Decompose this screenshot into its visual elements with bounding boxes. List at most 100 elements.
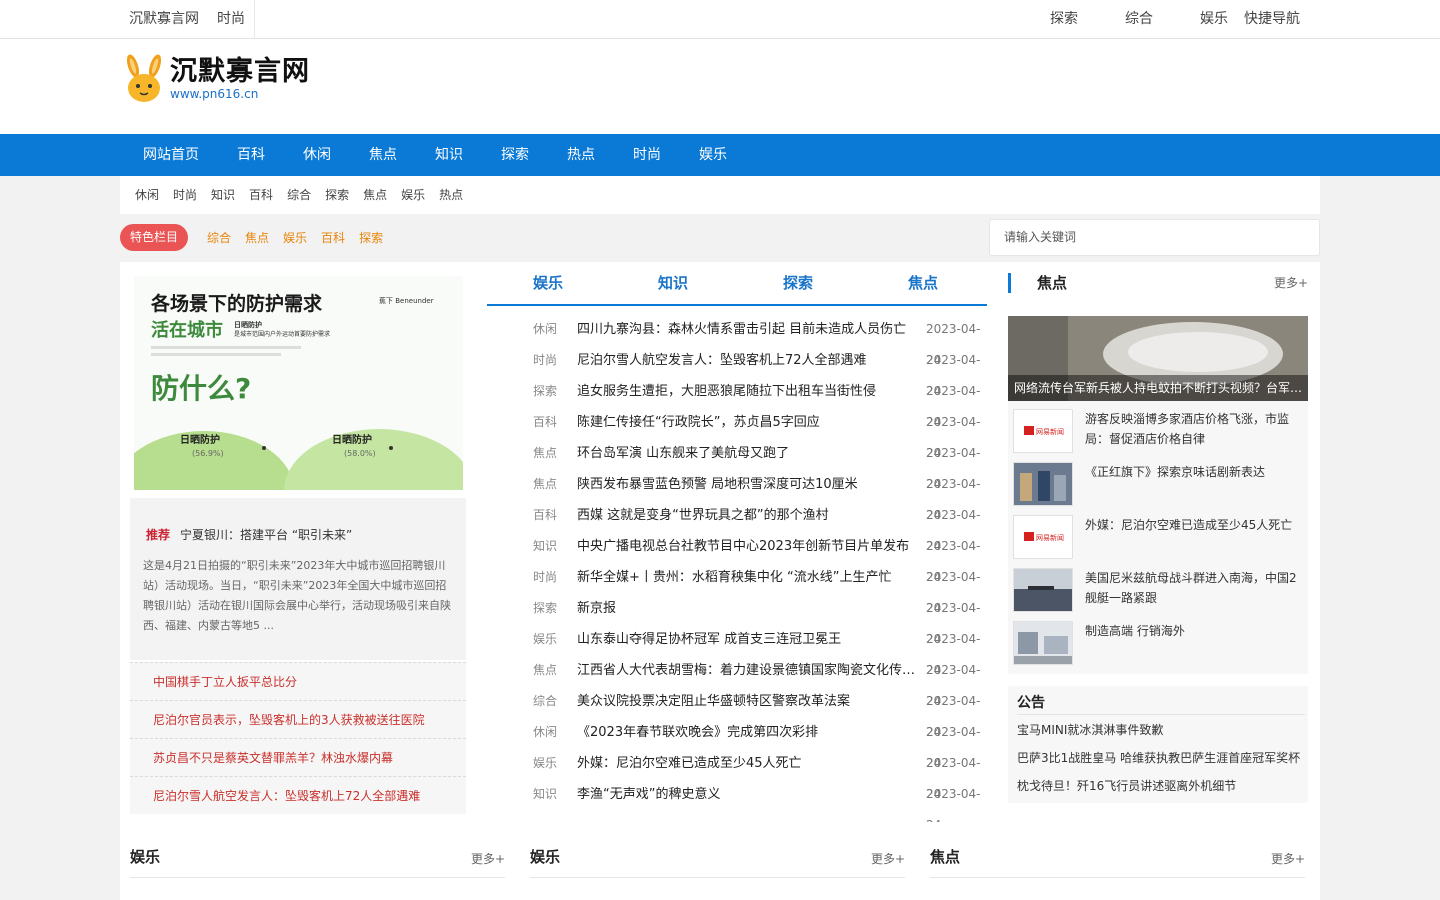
sub-nav-item[interactable]: 娱乐 — [394, 176, 432, 214]
news-title[interactable]: 尼泊尔雪人航空发言人：坠毁客机上72人全部遇难 — [577, 345, 917, 376]
main-nav-entertainment[interactable]: 娱乐 — [680, 134, 746, 176]
news-category[interactable]: 百科 — [533, 407, 557, 438]
focus-item[interactable]: 制造高端 行销海外 — [1013, 613, 1305, 665]
top-link-fashion[interactable]: 时尚 — [208, 0, 254, 38]
sub-nav-item[interactable]: 焦点 — [356, 176, 394, 214]
focus-item-text[interactable]: 游客反映淄博多家酒店价格飞涨，市监局：督促酒店价格自律 — [1085, 409, 1303, 449]
news-title[interactable]: 外媒：尼泊尔空难已造成至少45人死亡 — [577, 748, 917, 779]
news-category[interactable]: 探索 — [533, 593, 557, 624]
bottom-more-link[interactable]: 更多+ — [1271, 850, 1305, 867]
focus-item-text[interactable]: 制造高端 行销海外 — [1085, 621, 1303, 641]
bottom-more-link[interactable]: 更多+ — [471, 850, 505, 867]
sub-nav-item[interactable]: 综合 — [280, 176, 318, 214]
search-input[interactable]: 请输入关键词 — [989, 219, 1320, 256]
sub-nav-item[interactable]: 知识 — [204, 176, 242, 214]
tab-focus[interactable]: 焦点 — [908, 272, 938, 293]
main-nav-knowledge[interactable]: 知识 — [416, 134, 482, 176]
news-title[interactable]: 四川九寨沟县：森林火情系雷击引起 目前未造成人员伤亡 — [577, 314, 917, 345]
news-row[interactable]: 综合 美众议院投票决定阻止华盛顿特区警察改革法案 2023-04-24 — [487, 686, 987, 739]
notice-item[interactable]: 宝马MINI就冰淇淋事件致歉 — [1017, 721, 1163, 738]
news-title[interactable]: 美众议院投票决定阻止华盛顿特区警察改革法案 — [577, 686, 917, 717]
news-row[interactable]: 知识李渔“无声戏”的稗史意义2023-04-24 — [487, 779, 987, 832]
focus-item-text[interactable]: 外媒：尼泊尔空难已造成至少45人死亡 — [1085, 515, 1303, 535]
focus-more-link[interactable]: 更多+ — [1274, 274, 1308, 291]
news-category[interactable]: 焦点 — [533, 438, 557, 469]
focus-item[interactable]: 网易新闻 游客反映淄博多家酒店价格飞涨，市监局：督促酒店价格自律 — [1013, 401, 1305, 453]
news-category[interactable]: 焦点 — [533, 469, 557, 500]
recommended-card[interactable]: 推荐 宁夏银川：搭建平台 “职引未来” 这是4月21日拍摄的“职引未来”2023… — [130, 498, 466, 660]
headline-item[interactable]: 苏贞昌不只是蔡英文替罪羔羊？林浊水爆内幕 — [130, 738, 466, 776]
focus-item-text[interactable]: 《正红旗下》探索京味话剧新表达 — [1085, 462, 1303, 482]
news-row[interactable]: 时尚 新华全媒+丨贵州：水稻育秧集中化 “流水线”上生产忙 2023-04-24 — [487, 562, 987, 615]
tab-explore[interactable]: 探索 — [783, 272, 813, 293]
top-link-explore[interactable]: 探索 — [1050, 0, 1078, 38]
main-nav-encyclopedia[interactable]: 百科 — [218, 134, 284, 176]
special-link[interactable]: 探索 — [352, 220, 390, 256]
news-row[interactable]: 焦点 环台岛军演 山东舰来了美航母又跑了 2023-04-24 — [487, 438, 987, 491]
news-category[interactable]: 休闲 — [533, 717, 557, 748]
news-category[interactable]: 焦点 — [533, 655, 557, 686]
news-category[interactable]: 时尚 — [533, 562, 557, 593]
focus-hero-image[interactable]: 网络流传台军新兵被人持电蚊拍不断打头视频？台军回应 — [1008, 316, 1308, 401]
top-link-entertainment[interactable]: 娱乐 — [1200, 0, 1228, 38]
news-title[interactable]: 新华全媒+丨贵州：水稻育秧集中化 “流水线”上生产忙 — [577, 562, 917, 593]
news-category[interactable]: 综合 — [533, 686, 557, 717]
rabbit-logo-icon[interactable] — [122, 54, 166, 104]
news-row[interactable]: 焦点江西省人大代表胡雪梅：着力建设景德镇国家陶瓷文化传承创新试验区2023-04… — [487, 655, 987, 708]
sub-nav-item[interactable]: 时尚 — [166, 176, 204, 214]
news-title[interactable]: 江西省人大代表胡雪梅：着力建设景德镇国家陶瓷文化传承创新试验区 — [577, 655, 917, 686]
news-category[interactable]: 时尚 — [533, 345, 557, 376]
feature-image[interactable]: 各场景下的防护需求 活在城市 日晒防护 是城市范围内户外运动首要防护需求 防什么… — [134, 276, 463, 490]
news-category[interactable]: 娱乐 — [533, 748, 557, 779]
focus-item[interactable]: 美国尼米兹航母战斗群进入南海，中国2舰艇一路紧跟 — [1013, 560, 1305, 612]
headline-item[interactable]: 尼泊尔雪人航空发言人：坠毁客机上72人全部遇难 — [130, 776, 466, 814]
news-title[interactable]: 西媒 这就是变身“世界玩具之都”的那个渔村 — [577, 500, 917, 531]
sub-nav-item[interactable]: 热点 — [432, 176, 470, 214]
sub-nav-item[interactable]: 休闲 — [128, 176, 166, 214]
news-title[interactable]: 中央广播电视总台社教节目中心2023年创新节目片单发布 — [577, 531, 917, 562]
main-nav-explore[interactable]: 探索 — [482, 134, 548, 176]
notice-item[interactable]: 枕戈待旦！歼16飞行员讲述驱离外机细节 — [1017, 777, 1236, 794]
special-link[interactable]: 百科 — [314, 220, 352, 256]
special-link[interactable]: 焦点 — [238, 220, 276, 256]
site-logo-title[interactable]: 沉默寡言网 — [170, 49, 310, 88]
focus-item[interactable]: 网易新闻 外媒：尼泊尔空难已造成至少45人死亡 — [1013, 507, 1305, 559]
news-row[interactable]: 知识 中央广播电视总台社教节目中心2023年创新节目片单发布 2023-04-24 — [487, 531, 987, 584]
focus-item-text[interactable]: 美国尼米兹航母战斗群进入南海，中国2舰艇一路紧跟 — [1085, 568, 1303, 608]
main-nav-fashion[interactable]: 时尚 — [614, 134, 680, 176]
news-category[interactable]: 休闲 — [533, 314, 557, 345]
main-nav-home[interactable]: 网站首页 — [124, 134, 218, 176]
quick-nav-link[interactable]: 快捷导航 — [1244, 0, 1300, 38]
recommend-title[interactable]: 宁夏银川：搭建平台 “职引未来” — [180, 526, 352, 543]
news-category[interactable]: 知识 — [533, 531, 557, 562]
main-nav-leisure[interactable]: 休闲 — [284, 134, 350, 176]
headline-item[interactable]: 中国棋手丁立人扳平总比分 — [130, 662, 466, 700]
tab-entertainment[interactable]: 娱乐 — [533, 272, 563, 293]
news-category[interactable]: 娱乐 — [533, 624, 557, 655]
headline-item[interactable]: 尼泊尔官员表示，坠毁客机上的3人获救被送往医院 — [130, 700, 466, 738]
news-row[interactable]: 探索 追女服务生遭拒，大胆恶狼尾随拉下出租车当街性侵 2023-04-24 — [487, 376, 987, 429]
news-title[interactable]: 《2023年春节联欢晚会》完成第四次彩排 — [577, 717, 917, 748]
news-title[interactable]: 李渔“无声戏”的稗史意义 — [577, 779, 917, 810]
news-row[interactable]: 休闲 《2023年春节联欢晚会》完成第四次彩排 2023-04-24 — [487, 717, 987, 770]
news-category[interactable]: 知识 — [533, 779, 557, 810]
news-row[interactable]: 娱乐 外媒：尼泊尔空难已造成至少45人死亡 2023-04-24 — [487, 748, 987, 801]
news-row[interactable]: 探索 新京报 2023-04-24 — [487, 593, 987, 646]
news-title[interactable]: 环台岛军演 山东舰来了美航母又跑了 — [577, 438, 917, 469]
tab-knowledge[interactable]: 知识 — [658, 272, 688, 293]
top-link-general[interactable]: 综合 — [1125, 0, 1153, 38]
sub-nav-item[interactable]: 百科 — [242, 176, 280, 214]
news-title[interactable]: 新京报 — [577, 593, 917, 624]
news-row[interactable]: 百科 陈建仁传接任“行政院长”，苏贞昌5字回应 2023-04-24 — [487, 407, 987, 460]
main-nav-focus[interactable]: 焦点 — [350, 134, 416, 176]
news-row[interactable]: 百科 西媒 这就是变身“世界玩具之都”的那个渔村 2023-04-24 — [487, 500, 987, 553]
top-link-home[interactable]: 沉默寡言网 — [120, 0, 208, 38]
news-category[interactable]: 探索 — [533, 376, 557, 407]
main-nav-hot[interactable]: 热点 — [548, 134, 614, 176]
news-title[interactable]: 陕西发布暴雪蓝色预警 局地积雪深度可达10厘米 — [577, 469, 917, 500]
notice-item[interactable]: 巴萨3比1战胜皇马 哈维获执教巴萨生涯首座冠军奖杯 — [1017, 749, 1300, 766]
focus-item[interactable]: 《正红旗下》探索京味话剧新表达 — [1013, 454, 1305, 506]
news-title[interactable]: 追女服务生遭拒，大胆恶狼尾随拉下出租车当街性侵 — [577, 376, 917, 407]
news-row[interactable]: 休闲 四川九寨沟县：森林火情系雷击引起 目前未造成人员伤亡 2023-04-24 — [487, 314, 987, 367]
special-link[interactable]: 娱乐 — [276, 220, 314, 256]
